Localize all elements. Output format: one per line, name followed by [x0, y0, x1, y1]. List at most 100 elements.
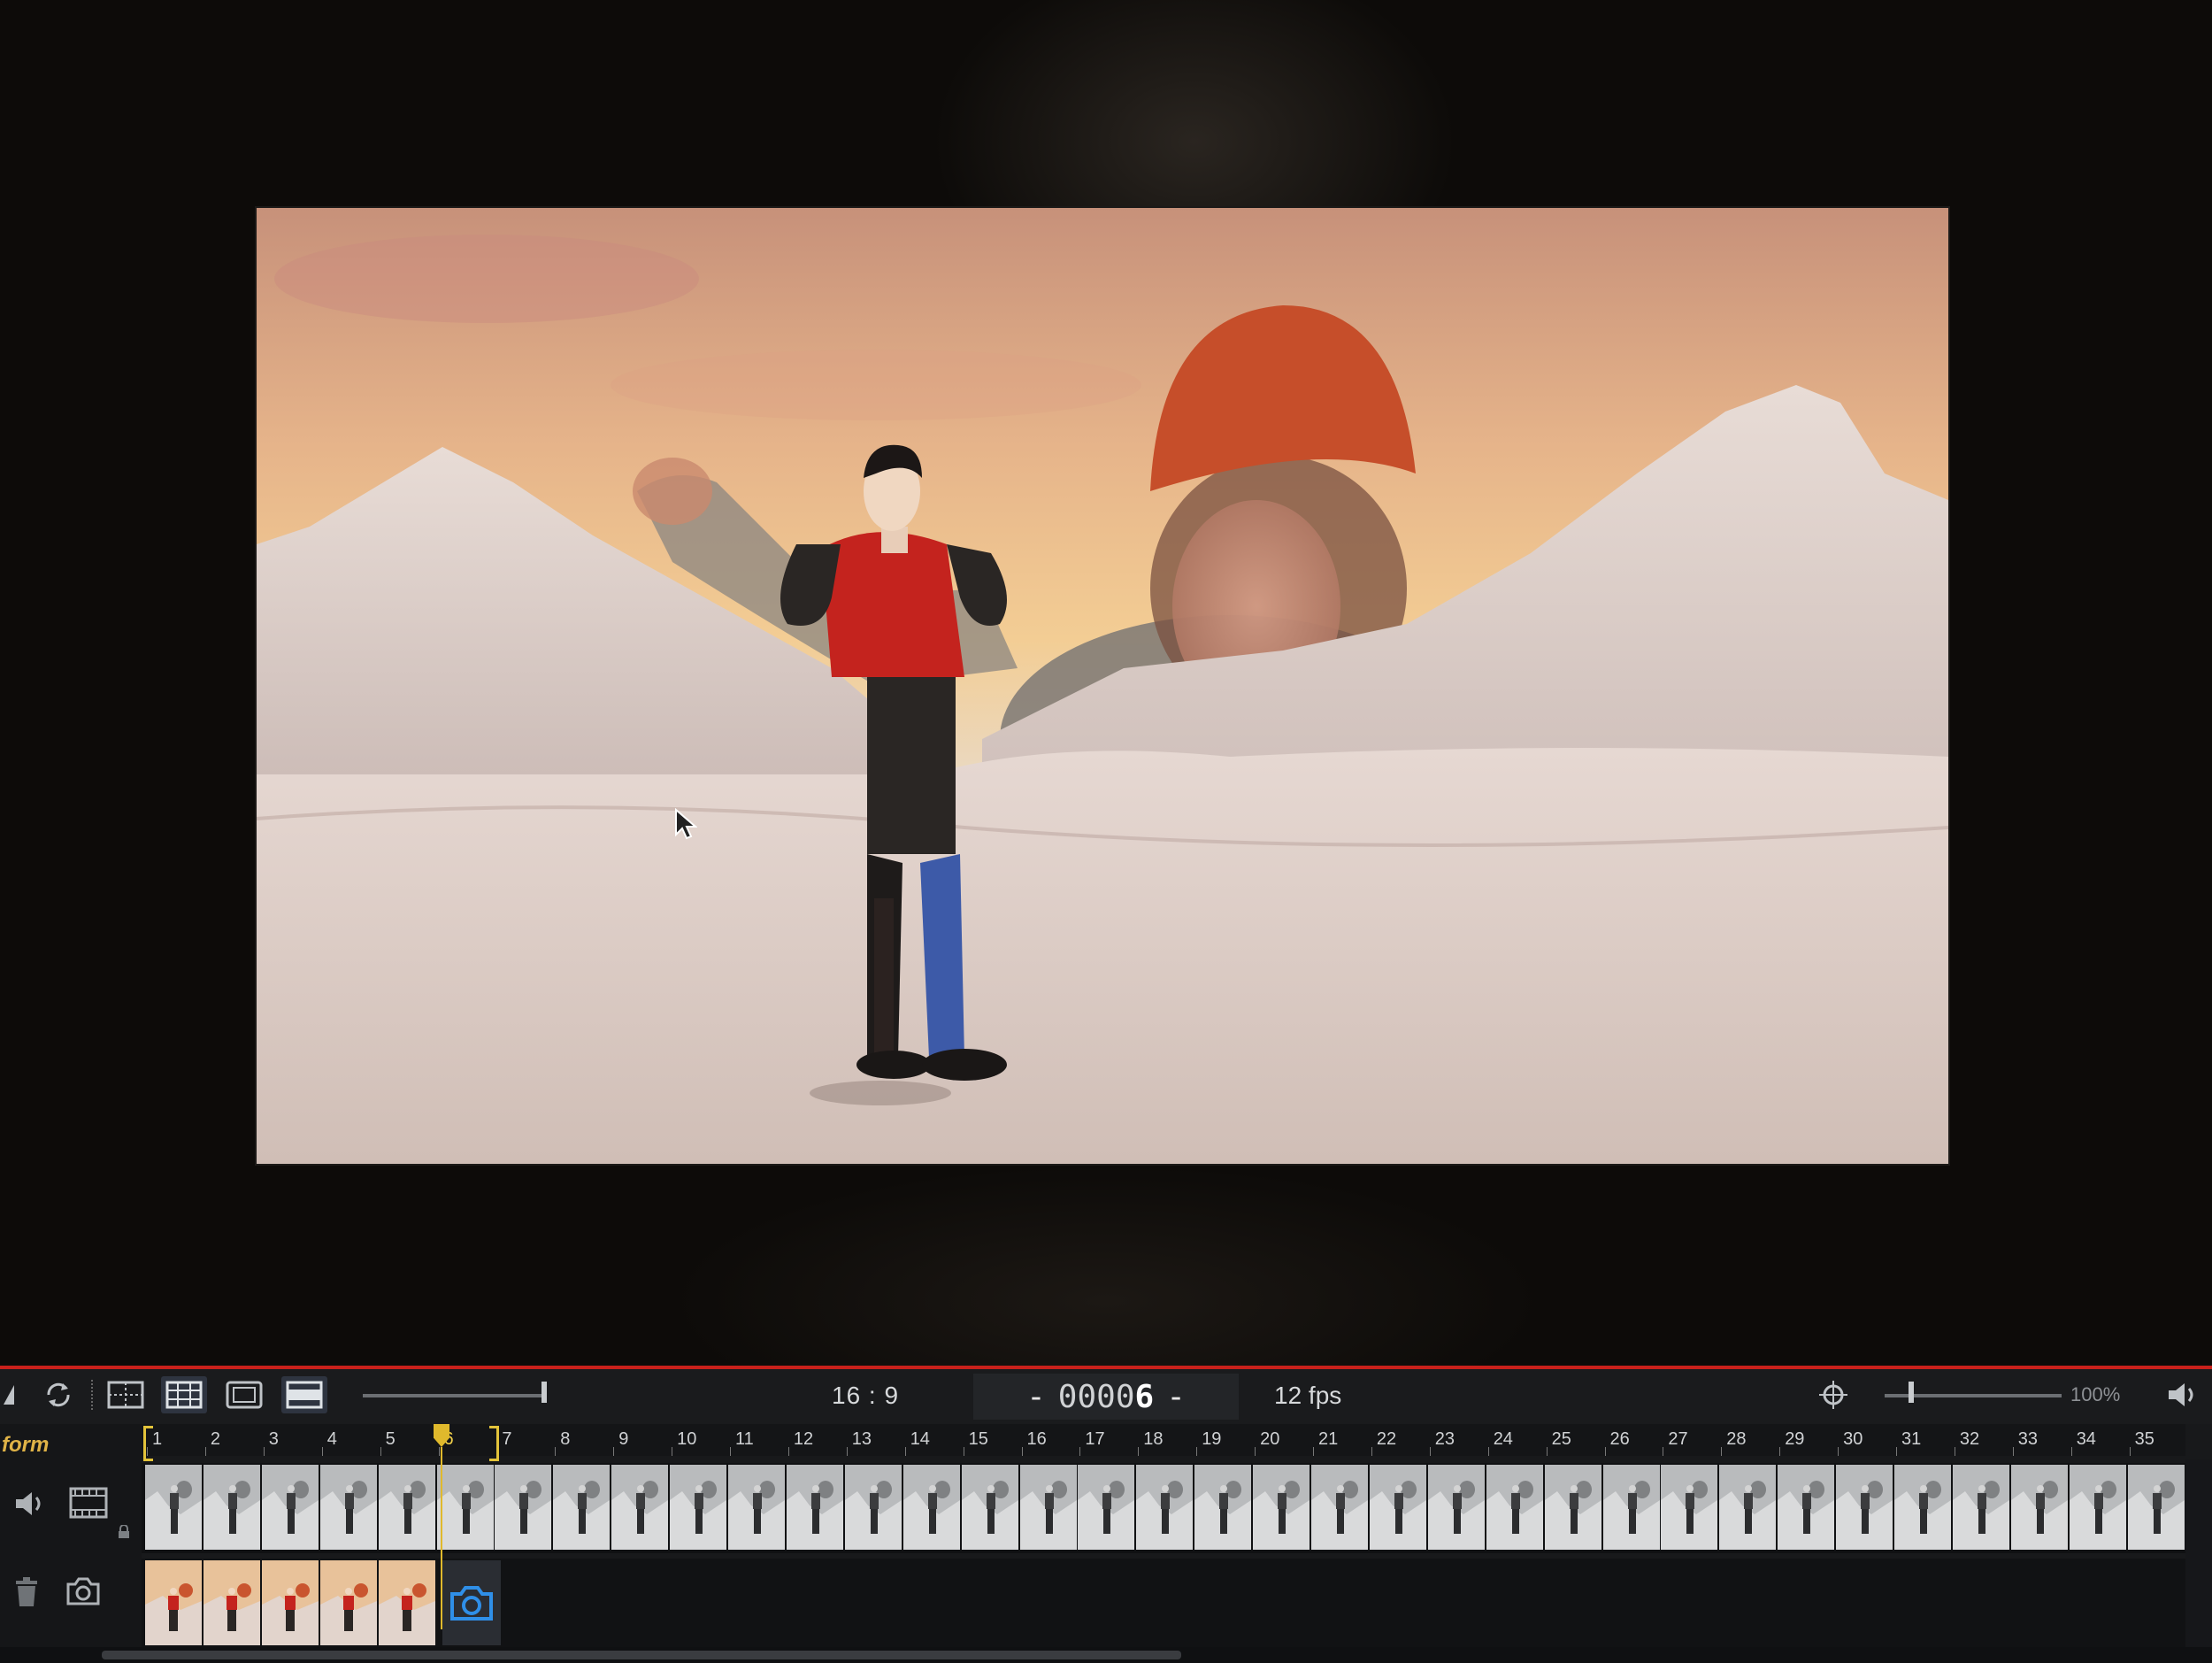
frame-number-label[interactable]: 12	[794, 1429, 813, 1450]
frame-thumbnail[interactable]	[728, 1465, 785, 1550]
frame-number-label[interactable]: 9	[618, 1429, 628, 1450]
timeline-scroll-thumb[interactable]	[102, 1651, 1181, 1659]
track-video-button[interactable]	[65, 1482, 111, 1523]
selection-start-bracket[interactable]	[143, 1426, 153, 1461]
frame-number-label[interactable]: 8	[560, 1429, 570, 1450]
frame-thumbnail[interactable]	[553, 1465, 611, 1550]
frame-thumbnail[interactable]	[1836, 1465, 1893, 1550]
grid-button[interactable]	[161, 1376, 207, 1413]
frame-number-label[interactable]: 19	[1202, 1429, 1221, 1450]
frame-thumbnail[interactable]	[1894, 1465, 1951, 1550]
frame-number-label[interactable]: 20	[1260, 1429, 1279, 1450]
frame-thumbnail[interactable]	[495, 1465, 552, 1550]
frame-number-label[interactable]: 17	[1085, 1429, 1104, 1450]
captured-frame-thumbnail[interactable]	[261, 1560, 319, 1645]
captured-frame-thumbnail[interactable]	[203, 1560, 260, 1645]
frame-number-label[interactable]: 24	[1494, 1429, 1513, 1450]
frame-guide-button[interactable]	[221, 1376, 267, 1413]
frame-thumbnail[interactable]	[1719, 1465, 1777, 1550]
frame-thumbnail[interactable]	[844, 1465, 902, 1550]
frame-thumbnail[interactable]	[261, 1465, 319, 1550]
onion-skin-button[interactable]	[103, 1376, 149, 1413]
frame-thumbnail[interactable]	[378, 1465, 435, 1550]
frame-thumbnail[interactable]	[1778, 1465, 1835, 1550]
frame-thumbnail[interactable]	[1194, 1465, 1252, 1550]
captured-frame-thumbnail[interactable]	[378, 1560, 435, 1645]
timeline-scrollbar[interactable]	[0, 1647, 2212, 1663]
frame-thumbnail[interactable]	[1486, 1465, 1543, 1550]
frame-number-label[interactable]: 15	[969, 1429, 988, 1450]
volume-button[interactable]	[2159, 1376, 2205, 1413]
frame-number-label[interactable]: 5	[386, 1429, 396, 1450]
frame-thumbnail[interactable]	[1311, 1465, 1368, 1550]
frame-number-label[interactable]: 1	[152, 1429, 162, 1450]
camera-settings-button[interactable]	[62, 1571, 104, 1612]
lock-icon[interactable]	[115, 1523, 133, 1541]
frame-thumbnail[interactable]	[1019, 1465, 1077, 1550]
loop-button[interactable]	[35, 1376, 81, 1413]
fps-label[interactable]: 12 fps	[1274, 1382, 1341, 1410]
frame-thumbnail[interactable]	[611, 1465, 669, 1550]
frame-thumbnail[interactable]	[670, 1465, 727, 1550]
frame-number-label[interactable]: 7	[502, 1429, 511, 1450]
frame-number-label[interactable]: 3	[269, 1429, 279, 1450]
frame-thumbnail[interactable]	[1544, 1465, 1601, 1550]
frame-number-label[interactable]: 4	[327, 1429, 337, 1450]
frame-thumbnail[interactable]	[2010, 1465, 2068, 1550]
frame-number-label[interactable]: 25	[1552, 1429, 1571, 1450]
crosshair-button[interactable]	[1810, 1376, 1856, 1413]
frame-thumbnail[interactable]	[2069, 1465, 2126, 1550]
selection-end-bracket[interactable]	[489, 1426, 499, 1461]
frame-thumbnail[interactable]	[145, 1465, 202, 1550]
frame-number-label[interactable]: 23	[1435, 1429, 1455, 1450]
frame-number-label[interactable]: 13	[852, 1429, 872, 1450]
time-slider[interactable]	[363, 1394, 547, 1397]
frame-number-label[interactable]: 11	[735, 1429, 754, 1450]
pointer-tool-button[interactable]	[0, 1376, 34, 1413]
track-audio-button[interactable]	[11, 1486, 50, 1521]
time-slider-handle[interactable]	[541, 1382, 547, 1403]
frame-thumbnail[interactable]	[1369, 1465, 1426, 1550]
frame-thumbnail[interactable]	[1427, 1465, 1485, 1550]
capture-frame-button[interactable]	[442, 1560, 501, 1645]
frame-number-label[interactable]: 26	[1610, 1429, 1630, 1450]
frame-number-label[interactable]: 18	[1143, 1429, 1163, 1450]
frame-number-label[interactable]: 29	[1785, 1429, 1804, 1450]
frame-number-label[interactable]: 34	[2077, 1429, 2096, 1450]
letterbox-button[interactable]	[281, 1376, 327, 1413]
frame-number-label[interactable]: 35	[2135, 1429, 2154, 1450]
frame-thumbnail[interactable]	[1661, 1465, 1718, 1550]
frame-thumbnail[interactable]	[1078, 1465, 1135, 1550]
frame-number-label[interactable]: 14	[910, 1429, 930, 1450]
frame-thumbnail[interactable]	[1136, 1465, 1194, 1550]
delete-frame-button[interactable]	[9, 1573, 44, 1612]
frame-number-label[interactable]: 31	[1901, 1429, 1921, 1450]
frame-thumbnail[interactable]	[319, 1465, 377, 1550]
frame-number-label[interactable]: 30	[1843, 1429, 1863, 1450]
frame-thumbnail[interactable]	[2127, 1465, 2185, 1550]
frame-number-label[interactable]: 32	[1960, 1429, 1979, 1450]
frame-number-label[interactable]: 33	[2018, 1429, 2038, 1450]
frame-thumbnail[interactable]	[1602, 1465, 1660, 1550]
live-view-preview[interactable]	[257, 208, 1948, 1164]
frame-counter[interactable]: - 00006 -	[973, 1374, 1239, 1420]
frame-number-label[interactable]: 16	[1027, 1429, 1047, 1450]
frame-thumbnail[interactable]	[786, 1465, 843, 1550]
frame-thumbnail[interactable]	[436, 1465, 494, 1550]
frame-number-label[interactable]: 10	[677, 1429, 696, 1450]
frame-number-label[interactable]: 21	[1318, 1429, 1338, 1450]
aspect-ratio-label[interactable]: 16 : 9	[832, 1382, 899, 1410]
frame-thumbnail[interactable]	[1952, 1465, 2009, 1550]
zoom-slider-handle[interactable]	[1909, 1382, 1914, 1403]
frame-thumbnail[interactable]	[1253, 1465, 1310, 1550]
frame-thumbnail[interactable]	[203, 1465, 260, 1550]
frame-number-label[interactable]: 2	[211, 1429, 220, 1450]
frame-number-label[interactable]: 28	[1726, 1429, 1746, 1450]
frame-number-label[interactable]: 22	[1377, 1429, 1396, 1450]
frame-thumbnail[interactable]	[902, 1465, 960, 1550]
frame-number-label[interactable]: 27	[1668, 1429, 1687, 1450]
layer-name[interactable]: form	[2, 1433, 49, 1458]
captured-frame-thumbnail[interactable]	[145, 1560, 202, 1645]
frame-thumbnail[interactable]	[961, 1465, 1018, 1550]
captured-frame-thumbnail[interactable]	[319, 1560, 377, 1645]
